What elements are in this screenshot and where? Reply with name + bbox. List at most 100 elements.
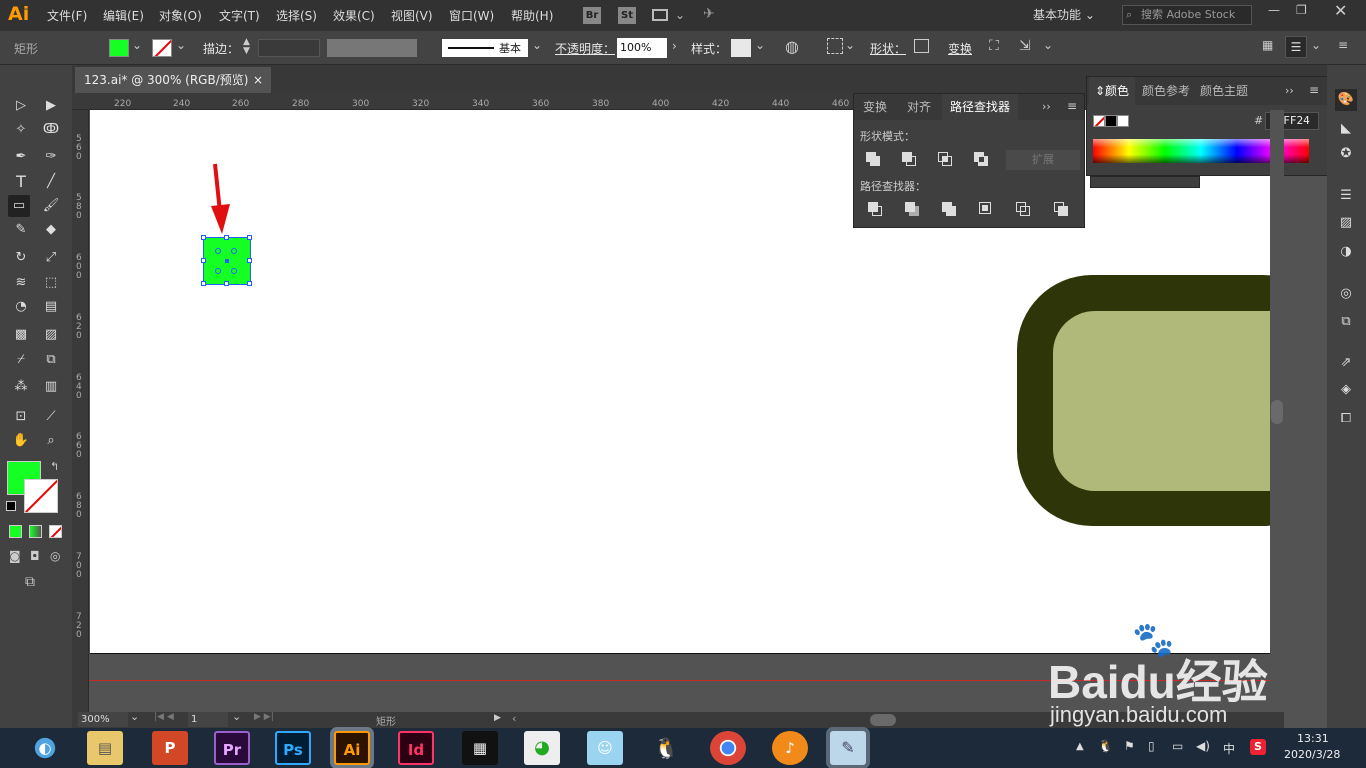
unite-icon[interactable] (866, 152, 882, 168)
graphic-styles-icon[interactable]: ⧉ (1335, 311, 1357, 333)
illustrator-icon[interactable]: Ai (334, 731, 370, 765)
rotate-icon[interactable]: ↻ (10, 247, 32, 269)
blend-icon[interactable]: ⧉ (40, 349, 62, 371)
eyedropper-icon[interactable]: ⌿ (10, 349, 32, 371)
gradient-icon[interactable]: ▨ (40, 324, 62, 346)
exclude-icon[interactable] (974, 152, 990, 168)
menu-help[interactable]: 帮助(H) (511, 7, 553, 24)
flag-tray-icon[interactable]: ⚑ (1124, 739, 1135, 753)
gradient-panel-icon[interactable]: ▨ (1335, 212, 1357, 234)
shape-properties-icon[interactable] (914, 39, 929, 53)
white-swatch[interactable] (1117, 115, 1129, 127)
indesign-icon[interactable]: Id (398, 731, 434, 765)
appearance-panel-icon[interactable]: ◎ (1335, 283, 1357, 305)
rounded-shape-inner[interactable] (1053, 311, 1270, 491)
stroke-weight-stepper[interactable]: ▲ ▼ (243, 38, 257, 58)
scale-icon[interactable]: ⤢ (40, 247, 62, 269)
status-menu-icon[interactable]: ▶ (494, 713, 501, 723)
image-app-icon[interactable]: ◕ (524, 731, 560, 765)
stroke-color-box[interactable] (24, 479, 58, 513)
outline-icon[interactable] (1016, 202, 1032, 218)
chevron-down-icon[interactable]: ⌄ (755, 38, 765, 52)
chevron-down-icon[interactable]: ⌄ (176, 38, 186, 52)
chevron-down-icon[interactable]: ⌄ (532, 38, 542, 52)
chat-app-icon[interactable]: ☺ (587, 731, 623, 765)
lasso-icon[interactable]: ↂ (40, 119, 62, 141)
screen-mode-icon[interactable]: ⧉ (25, 574, 35, 590)
eraser-icon[interactable]: ◆ (40, 219, 62, 241)
qq-app-icon[interactable]: 🐧 (648, 731, 684, 765)
minus-back-icon[interactable] (1054, 202, 1070, 218)
chevron-down-icon[interactable]: ⌄ (675, 8, 685, 22)
trim-icon[interactable] (905, 202, 921, 218)
column-graph-icon[interactable]: ▥ (40, 376, 62, 398)
hand-tool-icon[interactable]: ✋ (10, 430, 32, 452)
chevron-down-icon[interactable]: ⌄ (1311, 38, 1321, 52)
stock-button[interactable]: St (618, 7, 636, 24)
panel-collapse-icon[interactable]: ›› (1042, 100, 1051, 113)
mesh-icon[interactable]: ▩ (10, 324, 32, 346)
transparency-panel-icon[interactable]: ◑ (1335, 241, 1357, 263)
black-swatch[interactable] (1105, 115, 1117, 127)
minimize-button[interactable]: — (1268, 3, 1280, 17)
artboard[interactable] (90, 110, 1270, 653)
menu-window[interactable]: 窗口(W) (449, 7, 494, 24)
artboard-icon[interactable]: ⊡ (10, 406, 32, 428)
scroll-thumb[interactable] (1271, 400, 1283, 424)
chevron-down-icon[interactable]: ⌄ (232, 710, 241, 723)
none-swatch[interactable] (1093, 115, 1105, 127)
qq-tray-icon[interactable]: 🐧 (1098, 739, 1113, 753)
close-tab-icon[interactable]: × (253, 67, 263, 93)
rectangle-tool-icon[interactable]: ▭ (8, 195, 30, 217)
first-artboard-icon[interactable]: |◀ ◀ (154, 712, 174, 722)
shaper-tool-icon[interactable]: ✎ (10, 219, 32, 241)
zoom-field[interactable]: 300% (78, 712, 128, 727)
scroll-left-icon[interactable]: ‹ (512, 712, 516, 725)
artboards-panel-icon[interactable]: ⧠ (1335, 408, 1357, 430)
color-themes-icon[interactable]: ✪ (1335, 143, 1357, 165)
slice-icon[interactable]: ⟋ (40, 406, 62, 428)
draw-inside-icon[interactable]: ◎ (50, 549, 60, 563)
pen-tool-icon[interactable]: ✒ (10, 146, 32, 168)
bridge-button[interactable]: Br (583, 7, 601, 24)
ime-indicator[interactable]: 中 (1223, 740, 1235, 757)
chrome-app-icon[interactable]: ◐ (27, 731, 63, 765)
draw-normal-icon[interactable]: ◙ (9, 549, 21, 563)
menu-edit[interactable]: 编辑(E) (103, 7, 144, 24)
opacity-input[interactable]: 100% (617, 38, 667, 58)
align-icon[interactable] (827, 38, 843, 54)
merge-icon[interactable] (942, 202, 958, 218)
chevron-down-icon[interactable]: ⌄ (845, 38, 855, 52)
curvature-tool-icon[interactable]: ✑ (40, 146, 62, 168)
draw-behind-icon[interactable]: ◘ (30, 549, 40, 563)
battery-tray-icon[interactable]: ▯ (1148, 739, 1155, 753)
zoom-tool-icon[interactable]: ⌕ (40, 430, 62, 452)
isolate-icon[interactable]: ⇲ (1019, 38, 1031, 54)
tab-pathfinder[interactable]: 路径查找器 (942, 94, 1018, 120)
arrange-documents-icon[interactable] (652, 9, 668, 21)
stroke-swatch[interactable] (152, 39, 172, 57)
menu-view[interactable]: 视图(V) (391, 7, 433, 24)
symbol-sprayer-icon[interactable]: ⁂ (10, 376, 32, 398)
tab-color-guide[interactable]: 颜色参考 (1139, 77, 1193, 105)
recolor-artwork-icon[interactable]: ◍ (785, 37, 799, 56)
notes-app-icon[interactable]: ✎ (830, 731, 866, 765)
menu-file[interactable]: 文件(F) (47, 7, 87, 24)
chevron-down-icon[interactable]: ⌄ (130, 710, 139, 723)
expand-button[interactable]: 扩展 (1006, 150, 1080, 170)
video-app-icon[interactable]: ▦ (462, 731, 498, 765)
free-transform-icon[interactable]: ⬚ (40, 272, 62, 294)
tab-align[interactable]: 对齐 (898, 94, 940, 120)
divide-icon[interactable] (868, 202, 884, 218)
export-icon[interactable]: ⇗ (1335, 352, 1357, 374)
network-tray-icon[interactable]: ▭ (1172, 739, 1183, 753)
color-panel-icon[interactable]: 🎨 (1335, 89, 1357, 111)
menu-type[interactable]: 文字(T) (219, 7, 260, 24)
type-tool-icon[interactable]: T (10, 171, 32, 193)
volume-tray-icon[interactable]: ◀) (1196, 739, 1210, 753)
tab-color-themes[interactable]: 颜色主题 (1197, 77, 1251, 105)
graphic-style-swatch[interactable] (731, 39, 751, 57)
chevron-right-icon[interactable]: › (672, 39, 677, 53)
stroke-weight-input[interactable] (258, 39, 320, 57)
next-artboard-icon[interactable]: ▶ ▶| (254, 712, 274, 722)
